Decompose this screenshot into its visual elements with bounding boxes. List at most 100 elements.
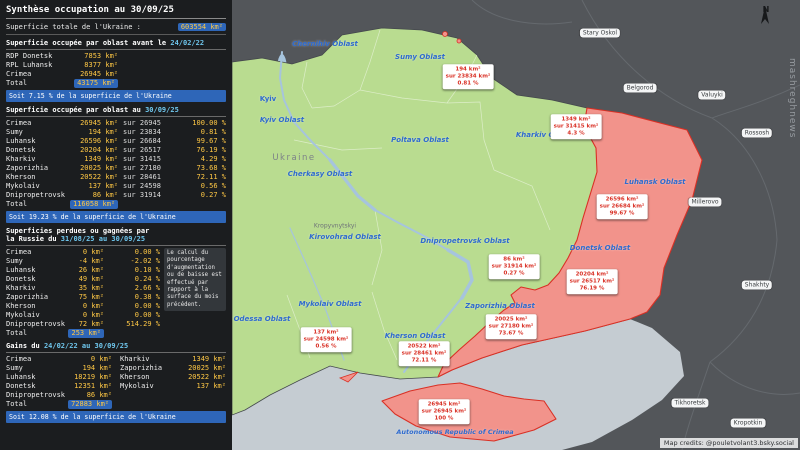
monthly-rows: Crimea0 km²0.00 % Sumy-4 km²-2.02 % Luha… bbox=[6, 248, 160, 338]
table-row: Mykolaiv0 km²0.00 % bbox=[6, 311, 160, 320]
callout-dnipropetrovsk: 86 km²sur 31914 km²0.27 % bbox=[489, 254, 540, 279]
row-value: 26945 km² bbox=[70, 119, 118, 128]
section-gains: Gains du 24/02/22 au 30/09/25 Crimea0 km… bbox=[6, 342, 226, 423]
table-row: Crimea0 km²0.00 % bbox=[6, 248, 160, 257]
callout-pct: 0.27 % bbox=[492, 271, 537, 278]
row-value: 86 km² bbox=[70, 191, 118, 200]
row-value: 0 km² bbox=[64, 311, 104, 320]
total-label: Total bbox=[6, 79, 70, 88]
row-value: -4 km² bbox=[64, 257, 104, 266]
total-value: 253 km² bbox=[68, 329, 104, 338]
city-pill-rossosh: Rossosh bbox=[742, 129, 772, 138]
callout-of: sur 23834 km² bbox=[446, 73, 491, 80]
row-name: Dnipropetrovsk bbox=[6, 391, 66, 400]
row-pct: 0.81 % bbox=[176, 128, 226, 137]
table-row: Mykolaiv137 km²sur 245980.56 % bbox=[6, 182, 226, 191]
row-pct: 0.24 % bbox=[104, 275, 160, 284]
callout-pct: 99.67 % bbox=[600, 211, 645, 218]
total-row: Total116058 km² bbox=[6, 200, 226, 209]
row-value: 194 km² bbox=[66, 364, 112, 373]
oblast-label-donetsk: Donetsk Oblast bbox=[570, 244, 631, 252]
row-of: sur 26517 bbox=[118, 146, 176, 155]
callout-of: sur 27180 km² bbox=[489, 323, 534, 330]
row-value: 20522 km² bbox=[168, 373, 226, 382]
section-header-date: 24/02/22 au 30/09/25 bbox=[44, 342, 128, 350]
row-name: Kherson bbox=[6, 173, 70, 182]
total-row: Total253 km² bbox=[6, 329, 160, 338]
callout-luhansk: 26596 km²sur 26684 km²99.67 % bbox=[597, 194, 648, 219]
section-header-text: Superficie occupée par oblast au bbox=[6, 106, 141, 114]
row-value: 75 km² bbox=[64, 293, 104, 302]
section-occupied-now: Superficie occupée par oblast au 30/09/2… bbox=[6, 106, 226, 223]
table-row: Luhansk26 km²0.10 % bbox=[6, 266, 160, 275]
total-area-value: 603554 km² bbox=[178, 23, 226, 31]
city-pill-tikhoretsk: Tikhoretsk bbox=[671, 399, 708, 408]
section-header-line1: Superficies perdues ou gagnées par bbox=[6, 227, 226, 235]
row-pct: 72.11 % bbox=[176, 173, 226, 182]
row-name: RPL Luhansk bbox=[6, 61, 70, 70]
row-value: 20522 km² bbox=[70, 173, 118, 182]
city-label-kropyvnytskyi: Kropyvnytskyi bbox=[314, 223, 356, 230]
section-header: Gains du 24/02/22 au 30/09/25 bbox=[6, 342, 226, 353]
callout-of: sur 26684 km² bbox=[600, 203, 645, 210]
row-name: Zaporizhia bbox=[6, 164, 70, 173]
monthly-body: Crimea0 km²0.00 % Sumy-4 km²-2.02 % Luha… bbox=[6, 248, 226, 338]
row-of: sur 28461 bbox=[118, 173, 176, 182]
row-value: 194 km² bbox=[70, 128, 118, 137]
row-pct: 0.27 % bbox=[176, 191, 226, 200]
map-credits: Map credits: @pouletvolant3.bsky.social bbox=[660, 438, 798, 448]
row-value: 0 km² bbox=[64, 248, 104, 257]
table-row: Donetsk49 km²0.24 % bbox=[6, 275, 160, 284]
table-row: Zaporizhia20025 km²sur 2718073.68 % bbox=[6, 164, 226, 173]
section-header-date: 31/08/25 au 30/09/25 bbox=[61, 235, 145, 243]
callout-pct: 72.11 % bbox=[402, 358, 447, 365]
oblast-label-poltava: Poltava Oblast bbox=[391, 136, 449, 144]
oblast-label-chernihiv: Chernihiv Oblast bbox=[292, 40, 358, 48]
oblast-label-sumy: Sumy Oblast bbox=[395, 53, 445, 61]
table-row: Donetsk20204 km²sur 2651776.19 % bbox=[6, 146, 226, 155]
row-pct: 0.00 % bbox=[104, 311, 160, 320]
row-name: Mykolaiv bbox=[6, 311, 64, 320]
row-name: Sumy bbox=[6, 257, 64, 266]
callout-donetsk: 20204 km²sur 26517 km²76.19 % bbox=[567, 269, 618, 294]
callout-pct: 76.19 % bbox=[570, 286, 615, 293]
row-name: Luhansk bbox=[6, 373, 66, 382]
stats-panel: Synthèse occupation au 30/09/25 Superfic… bbox=[0, 0, 232, 450]
section-before-war: Superficie occupée par oblast avant le 2… bbox=[6, 39, 226, 102]
table-row: Sumy194 km²Zaporizhia20025 km² bbox=[6, 364, 226, 373]
row-name: Luhansk bbox=[6, 137, 70, 146]
callout-pct: 0.56 % bbox=[304, 344, 349, 351]
callout-of: sur 31415 km² bbox=[554, 123, 599, 130]
row-pct: 4.29 % bbox=[176, 155, 226, 164]
row-value: 26 km² bbox=[64, 266, 104, 275]
row-name: Sumy bbox=[6, 128, 70, 137]
row-pct: 0.56 % bbox=[176, 182, 226, 191]
callout-of: sur 26945 km² bbox=[422, 408, 467, 415]
row-value: 26596 km² bbox=[70, 137, 118, 146]
row-of: sur 27180 bbox=[118, 164, 176, 173]
table-row: Dnipropetrovsk86 km² bbox=[6, 391, 226, 400]
share-banner: Soit 19.23 % de la superficie de l'Ukrai… bbox=[6, 211, 226, 223]
callout-of: sur 28461 km² bbox=[402, 350, 447, 357]
row-name: Dnipropetrovsk bbox=[6, 191, 70, 200]
share-banner: Soit 12.08 % de la superficie de l'Ukrai… bbox=[6, 411, 226, 423]
section-header: Superficie occupée par oblast avant le 2… bbox=[6, 39, 226, 50]
table-row: Crimea0 km²Kharkiv1349 km² bbox=[6, 355, 226, 364]
section-header: Superficies perdues ou gagnées par la Ru… bbox=[6, 227, 226, 246]
table-row: Dnipropetrovsk72 km²514.29 % bbox=[6, 320, 160, 329]
row-of: sur 26945 bbox=[118, 119, 176, 128]
row-value: 7853 km² bbox=[70, 52, 118, 61]
total-area-label: Superficie totale de l'Ukraine : bbox=[6, 23, 141, 31]
row-name: Dnipropetrovsk bbox=[6, 320, 64, 329]
row-name: Sumy bbox=[6, 364, 66, 373]
section-header-text: la Russie du bbox=[6, 235, 57, 243]
city-pill-millerovo: Millerovo bbox=[688, 198, 721, 207]
callout-zaporizhia: 20025 km²sur 27180 km²73.67 % bbox=[486, 314, 537, 339]
row-name: Donetsk bbox=[6, 275, 64, 284]
table-row: Dnipropetrovsk86 km²sur 319140.27 % bbox=[6, 191, 226, 200]
row-name: Zaporizhia bbox=[112, 364, 168, 373]
infographic-root: Synthèse occupation au 30/09/25 Superfic… bbox=[0, 0, 800, 450]
section-header: Superficie occupée par oblast au 30/09/2… bbox=[6, 106, 226, 117]
row-value: 20204 km² bbox=[70, 146, 118, 155]
table-row: Crimea26945 km²sur 26945100.00 % bbox=[6, 119, 226, 128]
